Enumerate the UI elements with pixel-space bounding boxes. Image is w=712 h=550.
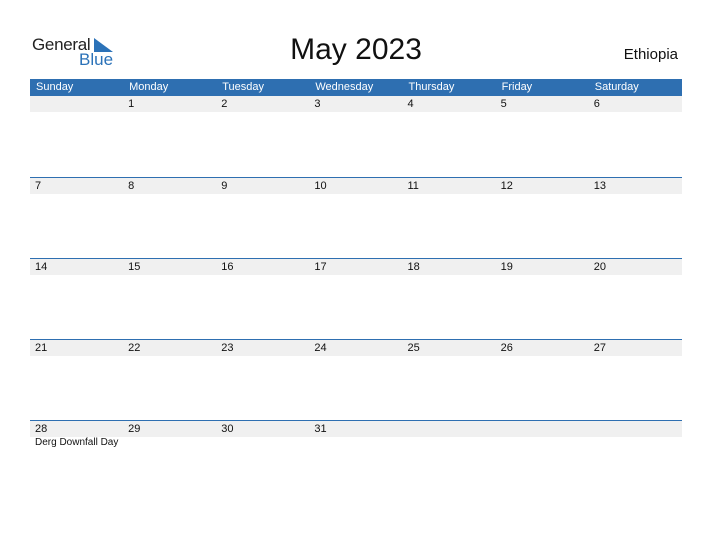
date-strip: 21 22 23 24 25 26 27 — [30, 339, 682, 356]
day-cell: 26 — [500, 342, 513, 354]
weekday-wednesday: Wednesday — [315, 81, 374, 93]
day-cell: 14 — [35, 261, 48, 273]
day-cell: 16 — [221, 261, 234, 273]
weekday-monday: Monday — [129, 81, 169, 93]
weekday-header: Sunday Monday Tuesday Wednesday Thursday… — [30, 79, 682, 96]
day-cell: 4 — [407, 98, 414, 110]
day-cell: 2 — [221, 98, 228, 110]
date-strip: 28 29 30 31 — [30, 420, 682, 437]
day-cell: 10 — [314, 180, 327, 192]
day-cell: 19 — [500, 261, 513, 273]
day-cell: 22 — [128, 342, 141, 354]
day-cell: 20 — [593, 261, 606, 273]
date-strip: 7 8 9 10 11 12 13 — [30, 177, 682, 194]
day-cell: 11 — [407, 180, 419, 192]
country-label: Ethiopia — [623, 46, 678, 63]
day-cell: 24 — [314, 342, 327, 354]
day-cell: 28 — [35, 423, 48, 435]
day-cell: 1 — [128, 98, 135, 110]
week-row: 28 29 30 31 Derg Downfall Day — [30, 420, 682, 501]
page-title: May 2023 — [290, 33, 422, 66]
day-cell: 13 — [593, 180, 606, 192]
day-cell: 18 — [407, 261, 420, 273]
day-cell: 9 — [221, 180, 228, 192]
weekday-tuesday: Tuesday — [222, 81, 265, 93]
week-row: 1 2 3 4 5 6 — [30, 96, 682, 177]
day-cell — [589, 421, 682, 437]
day-cell — [403, 421, 496, 437]
week-row: 21 22 23 24 25 26 27 — [30, 339, 682, 420]
day-cell: 21 — [35, 342, 48, 354]
day-cell: 31 — [314, 423, 327, 435]
day-cell: 12 — [500, 180, 513, 192]
day-cell: 15 — [128, 261, 141, 273]
day-cell: 30 — [221, 423, 234, 435]
day-cell: 3 — [314, 98, 321, 110]
weekday-friday: Friday — [501, 81, 533, 93]
day-cell: 5 — [500, 98, 507, 110]
day-cell — [30, 96, 123, 112]
holiday-label: Derg Downfall Day — [35, 437, 119, 448]
day-cell: 23 — [221, 342, 234, 354]
day-cell: 25 — [407, 342, 420, 354]
week-row: 7 8 9 10 11 12 13 — [30, 177, 682, 258]
day-cell: 17 — [314, 261, 327, 273]
day-cell — [496, 421, 589, 437]
weekday-saturday: Saturday — [594, 81, 639, 93]
week-row: 14 15 16 17 18 19 20 — [30, 258, 682, 339]
weekday-sunday: Sunday — [36, 81, 74, 93]
day-cell: 29 — [128, 423, 141, 435]
day-cell: 6 — [593, 98, 600, 110]
date-strip: 14 15 16 17 18 19 20 — [30, 258, 682, 275]
day-cell: 7 — [35, 180, 42, 192]
weekday-thursday: Thursday — [408, 81, 455, 93]
date-strip: 1 2 3 4 5 6 — [30, 96, 682, 112]
day-cell: 8 — [128, 180, 135, 192]
day-cell: 27 — [593, 342, 606, 354]
